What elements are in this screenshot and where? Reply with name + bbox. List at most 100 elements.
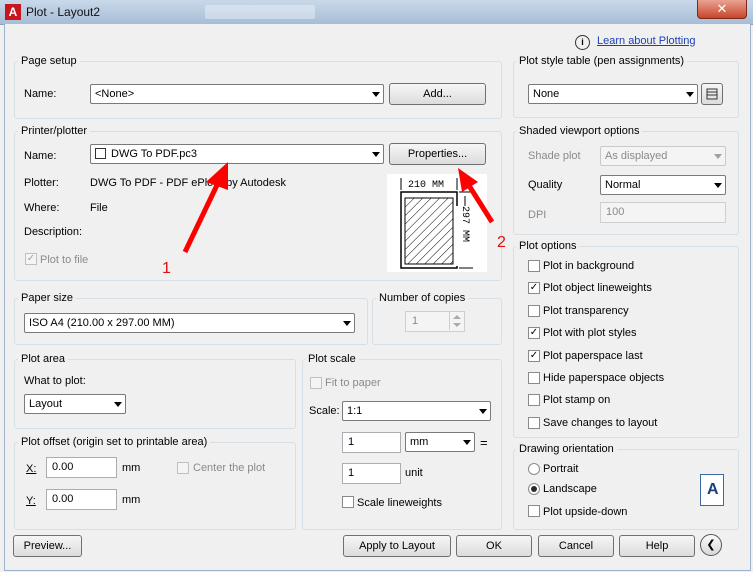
landscape-radio[interactable] bbox=[528, 483, 540, 495]
dpi-value: 100 bbox=[606, 206, 625, 218]
plot-scale-title: Plot scale bbox=[305, 353, 359, 365]
plot-upside-down-label: Plot upside-down bbox=[543, 506, 628, 518]
shade-plot-value: As displayed bbox=[605, 150, 668, 162]
shade-plot-label: Shade plot bbox=[528, 150, 581, 162]
center-the-plot-label: Center the plot bbox=[193, 462, 266, 474]
plot-option-checkbox[interactable]: ✓ bbox=[528, 327, 540, 339]
quality-dropdown[interactable]: Normal bbox=[600, 175, 726, 195]
fit-to-paper-checkbox[interactable] bbox=[310, 377, 322, 389]
annotation-arrow-1 bbox=[182, 181, 221, 254]
chevron-down-icon bbox=[686, 92, 694, 97]
scale-dropdown[interactable]: 1:1 bbox=[342, 401, 491, 421]
chevron-down-icon bbox=[714, 154, 722, 159]
paper-size-dropdown[interactable]: ISO A4 (210.00 x 297.00 MM) bbox=[24, 313, 355, 333]
orientation-preview-icon: A bbox=[700, 474, 724, 506]
quality-label: Quality bbox=[528, 179, 563, 191]
dpi-input[interactable]: 100 bbox=[600, 202, 726, 223]
orientation-letter: A bbox=[707, 481, 719, 498]
dpi-label: DPI bbox=[528, 209, 547, 221]
annotation-label-2: 2 bbox=[497, 234, 506, 251]
offset-y-input[interactable]: 0.00 bbox=[46, 489, 117, 510]
chevron-down-icon bbox=[714, 183, 722, 188]
offset-y-value: 0.00 bbox=[52, 493, 74, 505]
offset-x-input[interactable]: 0.00 bbox=[46, 457, 117, 478]
portrait-label: Portrait bbox=[543, 463, 579, 475]
annotation-arrowhead-1 bbox=[206, 162, 228, 190]
copies-spinner[interactable] bbox=[449, 312, 464, 330]
center-the-plot-checkbox[interactable] bbox=[177, 462, 189, 474]
what-to-plot-value: Layout bbox=[29, 398, 63, 410]
plot-option-checkbox[interactable] bbox=[528, 394, 540, 406]
plot-option-label: Plot object lineweights bbox=[543, 282, 652, 294]
plot-area-title: Plot area bbox=[18, 353, 69, 365]
spinner-down-icon[interactable] bbox=[453, 323, 461, 327]
ok-button[interactable]: OK bbox=[456, 535, 532, 557]
plot-style-table-dropdown[interactable]: None bbox=[528, 84, 698, 104]
plot-option-label: Plot with plot styles bbox=[543, 327, 637, 339]
plot-offset-group bbox=[14, 442, 296, 530]
collapse-options-icon[interactable]: ❮ bbox=[700, 534, 722, 556]
help-button[interactable]: Help bbox=[619, 535, 695, 557]
preview-button[interactable]: Preview... bbox=[13, 535, 82, 557]
plot-offset-title: Plot offset (origin set to printable are… bbox=[18, 436, 211, 448]
plot-style-table-title: Plot style table (pen assignments) bbox=[516, 55, 688, 67]
plot-option-checkbox[interactable] bbox=[528, 372, 540, 384]
what-to-plot-dropdown[interactable]: Layout bbox=[24, 394, 126, 414]
paper-size-title: Paper size bbox=[18, 292, 76, 304]
scale-unit-input[interactable]: 1 bbox=[342, 463, 401, 484]
apply-to-layout-button[interactable]: Apply to Layout bbox=[343, 535, 451, 557]
scale-unit-input-value: 1 bbox=[348, 467, 355, 479]
edit-table-icon bbox=[706, 88, 718, 100]
plot-option-checkbox[interactable]: ✓ bbox=[528, 282, 540, 294]
plot-option-label: Plot paperspace last bbox=[543, 350, 643, 362]
plot-option-checkbox[interactable] bbox=[528, 260, 540, 272]
scale-unit-label: unit bbox=[405, 467, 423, 479]
scale-label: Scale: bbox=[309, 405, 340, 417]
annotation-label-1: 1 bbox=[162, 260, 171, 277]
plot-options-group bbox=[513, 246, 739, 438]
copies-title: Number of copies bbox=[376, 292, 469, 304]
landscape-label: Landscape bbox=[543, 483, 597, 495]
plot-option-checkbox[interactable] bbox=[528, 305, 540, 317]
offset-y-unit: mm bbox=[122, 494, 141, 506]
plot-option-label: Plot in background bbox=[543, 260, 635, 272]
drawing-orientation-title: Drawing orientation bbox=[516, 443, 617, 455]
plot-options-title: Plot options bbox=[516, 240, 580, 252]
offset-x-unit: mm bbox=[122, 462, 141, 474]
scale-unit-dropdown[interactable]: mm bbox=[405, 432, 475, 452]
fit-to-paper-label: Fit to paper bbox=[325, 377, 381, 389]
cancel-button[interactable]: Cancel bbox=[538, 535, 614, 557]
scale-value: 1:1 bbox=[347, 405, 363, 417]
plot-option-checkbox[interactable]: ✓ bbox=[528, 350, 540, 362]
offset-y-label: Y: bbox=[26, 495, 36, 507]
offset-x-label: X: bbox=[26, 463, 37, 475]
plot-option-label: Plot stamp on bbox=[543, 394, 611, 406]
paper-size-value: ISO A4 (210.00 x 297.00 MM) bbox=[29, 317, 175, 329]
plot-upside-down-checkbox[interactable] bbox=[528, 505, 540, 517]
spinner-up-icon[interactable] bbox=[453, 315, 461, 319]
quality-value: Normal bbox=[605, 179, 641, 191]
scale-mm-value: 1 bbox=[348, 436, 355, 448]
chevron-down-icon bbox=[479, 409, 487, 414]
what-to-plot-label: What to plot: bbox=[24, 375, 86, 387]
portrait-radio[interactable] bbox=[528, 463, 540, 475]
plot-style-edit-button[interactable] bbox=[701, 83, 723, 105]
plot-style-table-value: None bbox=[533, 88, 560, 100]
chevron-down-icon bbox=[343, 321, 351, 326]
annotation-arrow-2 bbox=[465, 182, 495, 224]
scale-mm-input[interactable]: 1 bbox=[342, 432, 401, 453]
offset-x-value: 0.00 bbox=[52, 461, 74, 473]
plot-option-label: Hide paperspace objects bbox=[543, 372, 665, 384]
shaded-viewport-title: Shaded viewport options bbox=[516, 125, 643, 137]
shade-plot-dropdown[interactable]: As displayed bbox=[600, 146, 726, 166]
plot-option-label: Plot transparency bbox=[543, 305, 629, 317]
copies-value: 1 bbox=[412, 315, 419, 327]
chevron-down-icon bbox=[463, 440, 471, 445]
plot-option-label: Save changes to layout bbox=[543, 417, 658, 429]
scale-unit-value: mm bbox=[410, 436, 429, 448]
chevron-down-icon bbox=[114, 402, 122, 407]
plot-option-checkbox[interactable] bbox=[528, 417, 540, 429]
scale-lineweights-checkbox[interactable] bbox=[342, 496, 354, 508]
equals-sign: = bbox=[480, 435, 488, 450]
scale-lineweights-label: Scale lineweights bbox=[357, 497, 442, 509]
